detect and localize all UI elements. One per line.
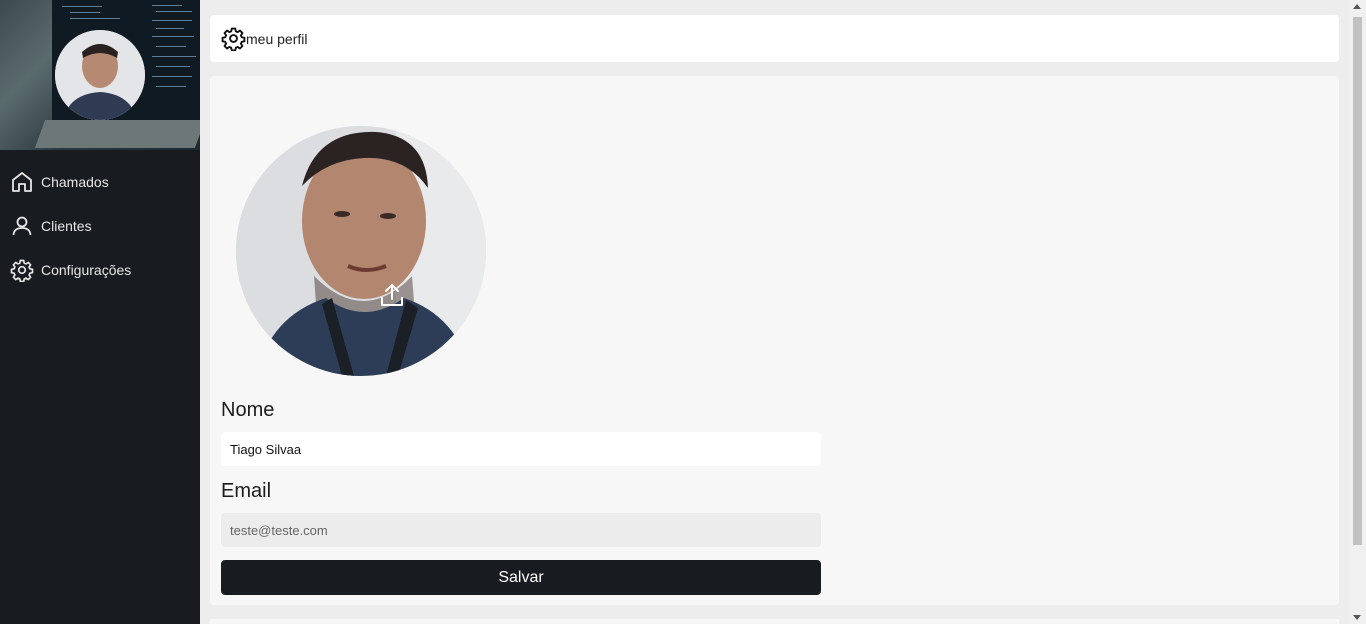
sidebar-item-configuracoes[interactable]: Configurações (0, 248, 200, 292)
page-scrollbar[interactable] (1349, 0, 1366, 624)
user-icon (12, 216, 32, 236)
gear-icon (10, 259, 34, 282)
name-label: Nome (221, 399, 275, 421)
next-section-edge (210, 619, 1339, 624)
scroll-up-arrow[interactable] (1353, 4, 1361, 9)
page-header: meu perfil (210, 15, 1339, 62)
laptop-base-image (34, 120, 200, 148)
email-label: Email (221, 480, 272, 502)
sidebar-item-label: Configurações (41, 262, 132, 278)
home-icon (12, 172, 32, 192)
sidebar-item-clientes[interactable]: Clientes (0, 204, 200, 248)
sidebar-banner-image (0, 0, 200, 150)
profile-form: Nome Email Salvar (210, 76, 1339, 605)
sidebar-item-label: Chamados (41, 174, 109, 190)
upload-icon (381, 284, 403, 306)
scroll-down-arrow[interactable] (1353, 615, 1361, 620)
profile-photo (236, 126, 486, 376)
sidebar-item-label: Clientes (41, 218, 92, 234)
page-title: meu perfil (246, 30, 308, 47)
name-input[interactable] (221, 432, 821, 466)
email-input[interactable] (221, 513, 821, 547)
scroll-thumb[interactable] (1353, 17, 1362, 545)
sidebar: Chamados Clientes Configurações (0, 0, 200, 624)
gear-icon (221, 27, 246, 51)
avatar-upload[interactable] (236, 126, 486, 376)
save-button[interactable]: Salvar (221, 560, 821, 595)
sidebar-item-chamados[interactable]: Chamados (0, 160, 200, 204)
sidebar-nav: Chamados Clientes Configurações (0, 160, 200, 292)
sidebar-avatar (55, 30, 145, 120)
